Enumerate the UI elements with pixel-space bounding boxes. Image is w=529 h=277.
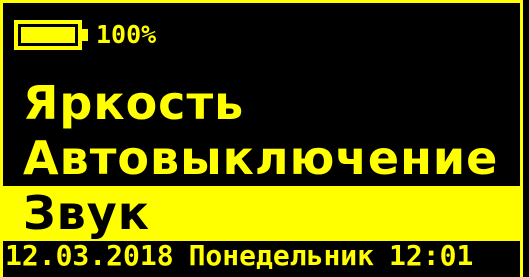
settings-menu: Яркость Автовыключение Звук — [3, 76, 523, 241]
battery-tip — [82, 29, 88, 41]
date-text: 12.03.2018 — [5, 239, 174, 272]
device-screen: 100% Яркость Автовыключение Звук 12.03.2… — [0, 0, 529, 277]
time-text: 12:01 — [389, 239, 474, 272]
battery-fill — [21, 27, 75, 43]
menu-item-brightness[interactable]: Яркость — [3, 76, 523, 131]
battery-percentage: 100% — [96, 20, 157, 49]
battery-full-icon — [14, 20, 90, 50]
weekday-text: Понедельник — [188, 239, 375, 272]
menu-item-auto-off[interactable]: Автовыключение — [3, 131, 523, 186]
menu-item-sound[interactable]: Звук — [3, 186, 523, 241]
battery-body — [14, 20, 82, 50]
status-bar: 100% — [14, 18, 156, 52]
date-time-bar: 12.03.2018 Понедельник 12:01 — [5, 238, 525, 274]
